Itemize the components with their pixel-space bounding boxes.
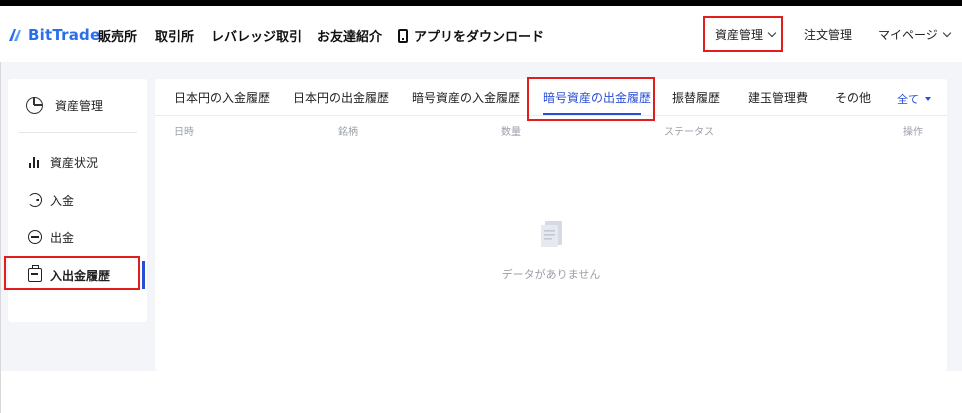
tab-crypto-deposit[interactable]: 暗号資産の入金履歴: [412, 89, 520, 106]
nav-referral[interactable]: お友達紹介: [317, 26, 382, 45]
my-page-menu[interactable]: マイページ: [878, 26, 952, 43]
sidebar-header: 資産管理: [26, 97, 103, 114]
app-download-label: アプリをダウンロード: [414, 30, 545, 45]
column-header-quantity: 数量: [501, 127, 521, 138]
empty-document-icon: [541, 221, 562, 247]
highlight-crypto-withdraw-tab: [527, 77, 655, 121]
my-page-label: マイページ: [878, 28, 938, 42]
withdraw-icon: [28, 230, 42, 244]
tab-other[interactable]: その他: [835, 89, 871, 106]
sidebar-item-label: 資産状況: [50, 155, 99, 170]
main-panel: 日本円の入金履歴 日本円の出金履歴 暗号資産の入金履歴 暗号資産の出金履歴 振替…: [155, 79, 947, 371]
sidebar-divider: [18, 132, 137, 133]
column-header-symbol: 銘柄: [338, 127, 358, 138]
app-download-link[interactable]: アプリをダウンロード: [398, 26, 544, 45]
caret-down-icon: [925, 97, 931, 101]
order-mgmt-link[interactable]: 注文管理: [804, 26, 852, 43]
highlight-asset-mgmt: [703, 16, 783, 52]
bar-chart-icon: [28, 155, 42, 169]
tab-jpy-withdraw[interactable]: 日本円の出金履歴: [293, 89, 389, 106]
deposit-icon: [28, 193, 42, 207]
logo-text: BitTrade: [28, 26, 101, 44]
sidebar-item-asset-status[interactable]: 資産状況: [28, 153, 98, 171]
left-border: [0, 62, 1, 413]
active-indicator: [142, 261, 145, 289]
sidebar-item-deposit[interactable]: 入金: [28, 191, 74, 209]
sidebar-item-label: 出金: [50, 230, 75, 245]
column-header-action: 操作: [903, 127, 923, 138]
chevron-down-icon: [942, 28, 952, 37]
bittrade-logo-icon: [9, 29, 21, 41]
tab-jpy-deposit[interactable]: 日本円の入金履歴: [174, 89, 270, 106]
sidebar-item-withdraw[interactable]: 出金: [28, 228, 74, 246]
sidebar-item-label: 入金: [50, 193, 75, 208]
column-header-datetime: 日時: [174, 127, 194, 138]
tab-position-fee[interactable]: 建玉管理費: [748, 89, 808, 106]
logo[interactable]: BitTrade: [6, 25, 100, 45]
header: BitTrade 販売所 取引所 レバレッジ取引 お友達紹介 アプリをダウンロー…: [0, 6, 962, 62]
nav-exchange[interactable]: 取引所: [155, 26, 194, 45]
order-mgmt-label: 注文管理: [804, 28, 853, 42]
column-header-status: ステータス: [664, 127, 714, 138]
tab-transfer[interactable]: 振替履歴: [672, 89, 720, 106]
highlight-history: [4, 256, 140, 290]
phone-icon: [398, 28, 408, 43]
filter-dropdown[interactable]: 全て: [897, 91, 931, 107]
sidebar-title: 資産管理: [55, 99, 104, 113]
filter-label: 全て: [897, 93, 919, 106]
pie-chart-icon: [26, 97, 43, 114]
nav-sales[interactable]: 販売所: [98, 26, 137, 45]
nav-leverage[interactable]: レバレッジ取引: [211, 26, 302, 45]
empty-state-text: データがありません: [501, 268, 601, 281]
